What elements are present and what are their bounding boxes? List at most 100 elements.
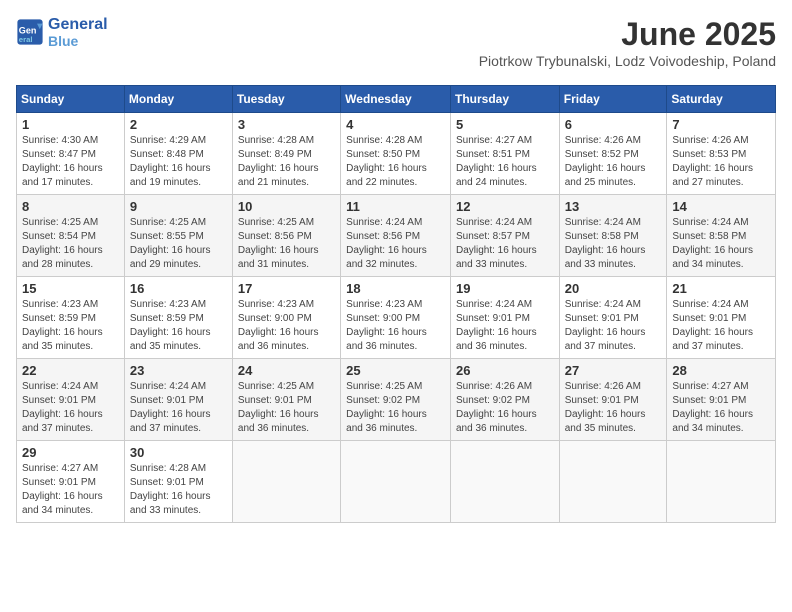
calendar-cell: 25Sunrise: 4:25 AM Sunset: 9:02 PM Dayli… (341, 359, 451, 441)
day-number: 5 (456, 117, 554, 132)
day-info: Sunrise: 4:27 AM Sunset: 9:01 PM Dayligh… (22, 462, 119, 518)
calendar-cell: 14 Sunrise: 4:24 AM Sunset: 8:58 PM Dayli… (667, 195, 776, 277)
day-info: Sunrise: 4:23 AM Sunset: 9:00 PM Dayligh… (238, 298, 335, 354)
column-header-friday: Friday (559, 86, 667, 113)
day-info: Sunrise: 4:24 AM Sunset: 8:58 PM Dayligh… (565, 216, 662, 272)
day-number: 26 (456, 363, 554, 378)
calendar-cell (341, 441, 451, 523)
day-info: Sunrise: 4:28 AM Sunset: 9:01 PM Dayligh… (130, 462, 227, 518)
day-info: Sunrise: 4:28 AM Sunset: 8:49 PM Dayligh… (238, 134, 335, 190)
day-info: Sunrise: 4:30 AM Sunset: 8:47 PM Dayligh… (22, 134, 119, 190)
calendar-cell: 15 Sunrise: 4:23 AM Sunset: 8:59 PM Dayli… (17, 277, 125, 359)
calendar-cell: 16 Sunrise: 4:23 AM Sunset: 8:59 PM Dayli… (124, 277, 232, 359)
calendar-cell: 29 Sunrise: 4:27 AM Sunset: 9:01 PM Dayli… (17, 441, 125, 523)
calendar-cell: 11Sunrise: 4:24 AM Sunset: 8:56 PM Dayli… (341, 195, 451, 277)
day-info: Sunrise: 4:25 AM Sunset: 8:54 PM Dayligh… (22, 216, 119, 272)
calendar-cell: 28Sunrise: 4:27 AM Sunset: 9:01 PM Dayli… (667, 359, 776, 441)
calendar-week-3: 15 Sunrise: 4:23 AM Sunset: 8:59 PM Dayli… (17, 277, 776, 359)
logo: Gen eral General Blue (16, 16, 108, 49)
day-number: 13 (565, 199, 662, 214)
day-number: 23 (130, 363, 227, 378)
day-number: 22 (22, 363, 119, 378)
calendar-week-1: 1 Sunrise: 4:30 AM Sunset: 8:47 PM Daylig… (17, 113, 776, 195)
day-info: Sunrise: 4:27 AM Sunset: 9:01 PM Dayligh… (672, 380, 770, 436)
title-section: June 2025 Piotrkow Trybunalski, Lodz Voi… (479, 16, 776, 79)
day-info: Sunrise: 4:24 AM Sunset: 8:57 PM Dayligh… (456, 216, 554, 272)
calendar-week-4: 22 Sunrise: 4:24 AM Sunset: 9:01 PM Dayli… (17, 359, 776, 441)
calendar-cell: 30Sunrise: 4:28 AM Sunset: 9:01 PM Dayli… (124, 441, 232, 523)
day-number: 8 (22, 199, 119, 214)
calendar-week-5: 29 Sunrise: 4:27 AM Sunset: 9:01 PM Dayli… (17, 441, 776, 523)
day-number: 9 (130, 199, 227, 214)
calendar-cell: 24 Sunrise: 4:25 AM Sunset: 9:01 PM Dayli… (232, 359, 340, 441)
calendar-cell: 12 Sunrise: 4:24 AM Sunset: 8:57 PM Dayli… (450, 195, 559, 277)
day-number: 18 (346, 281, 445, 296)
day-info: Sunrise: 4:27 AM Sunset: 8:51 PM Dayligh… (456, 134, 554, 190)
day-info: Sunrise: 4:23 AM Sunset: 8:59 PM Dayligh… (130, 298, 227, 354)
day-info: Sunrise: 4:26 AM Sunset: 8:53 PM Dayligh… (672, 134, 770, 190)
calendar-cell (232, 441, 340, 523)
calendar-cell: 13 Sunrise: 4:24 AM Sunset: 8:58 PM Dayli… (559, 195, 667, 277)
day-info: Sunrise: 4:29 AM Sunset: 8:48 PM Dayligh… (130, 134, 227, 190)
day-number: 7 (672, 117, 770, 132)
day-number: 24 (238, 363, 335, 378)
calendar-cell: 23Sunrise: 4:24 AM Sunset: 9:01 PM Dayli… (124, 359, 232, 441)
calendar-cell: 17 Sunrise: 4:23 AM Sunset: 9:00 PM Dayli… (232, 277, 340, 359)
day-info: Sunrise: 4:24 AM Sunset: 9:01 PM Dayligh… (456, 298, 554, 354)
calendar-cell: 22 Sunrise: 4:24 AM Sunset: 9:01 PM Dayli… (17, 359, 125, 441)
day-number: 17 (238, 281, 335, 296)
calendar-cell: 5 Sunrise: 4:27 AM Sunset: 8:51 PM Daylig… (450, 113, 559, 195)
day-number: 21 (672, 281, 770, 296)
day-info: Sunrise: 4:23 AM Sunset: 9:00 PM Dayligh… (346, 298, 445, 354)
day-number: 19 (456, 281, 554, 296)
column-header-wednesday: Wednesday (341, 86, 451, 113)
calendar-cell: 18 Sunrise: 4:23 AM Sunset: 9:00 PM Dayli… (341, 277, 451, 359)
calendar-cell (450, 441, 559, 523)
calendar-week-2: 8 Sunrise: 4:25 AM Sunset: 8:54 PM Daylig… (17, 195, 776, 277)
day-number: 10 (238, 199, 335, 214)
day-number: 25 (346, 363, 445, 378)
calendar-cell: 8 Sunrise: 4:25 AM Sunset: 8:54 PM Daylig… (17, 195, 125, 277)
column-header-sunday: Sunday (17, 86, 125, 113)
day-number: 16 (130, 281, 227, 296)
day-info: Sunrise: 4:24 AM Sunset: 9:01 PM Dayligh… (22, 380, 119, 436)
logo-icon: Gen eral (16, 18, 44, 46)
calendar-cell: 3 Sunrise: 4:28 AM Sunset: 8:49 PM Daylig… (232, 113, 340, 195)
calendar-table: SundayMondayTuesdayWednesdayThursdayFrid… (16, 85, 776, 523)
day-number: 14 (672, 199, 770, 214)
calendar-cell: 21 Sunrise: 4:24 AM Sunset: 9:01 PM Dayli… (667, 277, 776, 359)
column-header-thursday: Thursday (450, 86, 559, 113)
calendar-cell (559, 441, 667, 523)
day-info: Sunrise: 4:24 AM Sunset: 8:58 PM Dayligh… (672, 216, 770, 272)
calendar-cell: 6 Sunrise: 4:26 AM Sunset: 8:52 PM Daylig… (559, 113, 667, 195)
calendar-cell: 2Sunrise: 4:29 AM Sunset: 8:48 PM Daylig… (124, 113, 232, 195)
day-info: Sunrise: 4:26 AM Sunset: 9:01 PM Dayligh… (565, 380, 662, 436)
day-info: Sunrise: 4:24 AM Sunset: 8:56 PM Dayligh… (346, 216, 445, 272)
logo-line1: General (48, 16, 108, 34)
day-number: 15 (22, 281, 119, 296)
svg-text:eral: eral (19, 35, 33, 44)
calendar-cell: 20 Sunrise: 4:24 AM Sunset: 9:01 PM Dayli… (559, 277, 667, 359)
day-info: Sunrise: 4:23 AM Sunset: 8:59 PM Dayligh… (22, 298, 119, 354)
day-number: 27 (565, 363, 662, 378)
calendar-cell: 27 Sunrise: 4:26 AM Sunset: 9:01 PM Dayli… (559, 359, 667, 441)
day-number: 3 (238, 117, 335, 132)
day-info: Sunrise: 4:25 AM Sunset: 9:01 PM Dayligh… (238, 380, 335, 436)
column-header-monday: Monday (124, 86, 232, 113)
day-info: Sunrise: 4:24 AM Sunset: 9:01 PM Dayligh… (672, 298, 770, 354)
column-header-saturday: Saturday (667, 86, 776, 113)
day-info: Sunrise: 4:24 AM Sunset: 9:01 PM Dayligh… (565, 298, 662, 354)
day-number: 4 (346, 117, 445, 132)
column-header-tuesday: Tuesday (232, 86, 340, 113)
day-info: Sunrise: 4:26 AM Sunset: 8:52 PM Dayligh… (565, 134, 662, 190)
day-number: 20 (565, 281, 662, 296)
day-number: 6 (565, 117, 662, 132)
svg-text:Gen: Gen (19, 26, 37, 36)
logo-line2: Blue (48, 34, 108, 49)
month-title: June 2025 (479, 16, 776, 53)
calendar-cell: 7 Sunrise: 4:26 AM Sunset: 8:53 PM Daylig… (667, 113, 776, 195)
calendar-cell: 26Sunrise: 4:26 AM Sunset: 9:02 PM Dayli… (450, 359, 559, 441)
day-number: 1 (22, 117, 119, 132)
day-number: 12 (456, 199, 554, 214)
day-number: 29 (22, 445, 119, 460)
